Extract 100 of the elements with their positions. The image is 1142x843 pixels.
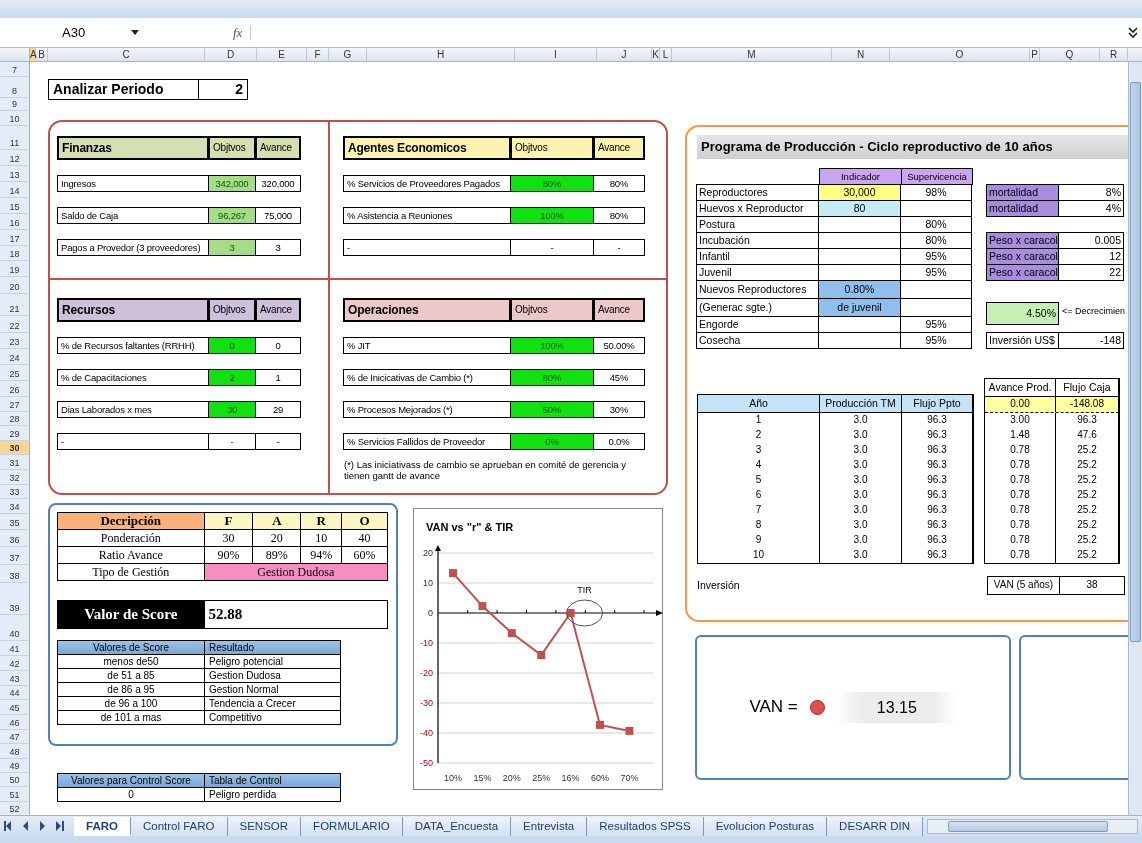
table-cell: 96.3 — [901, 428, 973, 443]
row-header[interactable]: 40 — [0, 615, 29, 641]
sheet-tab[interactable]: SENSOR — [227, 816, 302, 836]
sheet-tab[interactable]: Control FARO — [130, 816, 228, 836]
row-header[interactable]: 49 — [0, 759, 29, 773]
sheet-tab[interactable]: FARO — [74, 816, 131, 836]
column-header[interactable]: R — [1100, 48, 1128, 61]
row-header[interactable]: 24 — [0, 349, 29, 365]
row-header[interactable]: 44 — [0, 686, 29, 700]
row-header[interactable]: 31 — [0, 455, 29, 470]
row-header[interactable]: 28 — [0, 412, 29, 426]
sheet-tab[interactable]: Resultados SPSS — [587, 816, 704, 836]
column-header[interactable]: M — [672, 48, 832, 61]
column-header[interactable]: C — [48, 48, 205, 61]
row-header[interactable]: 48 — [0, 744, 29, 759]
axis-label: 20% — [502, 773, 521, 783]
table-cell: 0.78 — [984, 488, 1056, 503]
row-header[interactable]: 7 — [0, 62, 29, 77]
data-point — [478, 602, 487, 611]
row-header[interactable]: 26 — [0, 381, 29, 397]
column-header[interactable]: H — [367, 48, 515, 61]
column-header[interactable]: K — [652, 48, 660, 61]
column-header[interactable]: D — [205, 48, 257, 61]
column-header[interactable]: L — [660, 48, 672, 61]
table-cell: 4% — [1058, 200, 1124, 217]
row-header[interactable]: 33 — [0, 485, 29, 499]
vertical-scrollbar[interactable] — [1128, 62, 1142, 815]
column-header: Año — [697, 395, 820, 412]
table-cell: 75,000 — [255, 207, 301, 224]
table-cell: 29 — [255, 401, 301, 418]
row-header[interactable]: 11 — [0, 126, 29, 150]
column-header[interactable]: Q — [1040, 48, 1100, 61]
row-header[interactable]: 25 — [0, 365, 29, 381]
column-header: Objtvos — [208, 136, 256, 160]
row-header[interactable]: 41 — [0, 641, 29, 656]
row-header[interactable]: 47 — [0, 730, 29, 744]
name-box[interactable]: A30 — [30, 22, 145, 43]
row-header[interactable]: 9 — [0, 98, 29, 111]
sheet-tab[interactable]: DATA_Encuesta — [402, 816, 512, 836]
sheet-tab[interactable]: DESARR DIN — [827, 816, 924, 836]
table-cell: 80% — [593, 175, 645, 192]
row-header[interactable]: 14 — [0, 182, 29, 198]
row-header[interactable]: 23 — [0, 333, 29, 349]
sheet-tab[interactable]: FORMULARIO — [301, 816, 403, 836]
expand-icon[interactable] — [1128, 26, 1138, 39]
row-header[interactable]: 20 — [0, 277, 29, 294]
row-header[interactable]: 19 — [0, 261, 29, 277]
column-header[interactable]: B — [36, 48, 48, 61]
column-header[interactable]: P — [1030, 48, 1040, 61]
row-header[interactable]: 12 — [0, 150, 29, 166]
row-header[interactable]: 18 — [0, 246, 29, 261]
first-sheet-icon[interactable] — [3, 820, 14, 832]
last-sheet-icon[interactable] — [54, 820, 65, 832]
column-header[interactable]: F — [307, 48, 329, 61]
column-header[interactable]: I — [515, 48, 597, 61]
row-header[interactable]: 45 — [0, 700, 29, 715]
table-cell: 3 — [697, 443, 820, 458]
row-header[interactable]: 37 — [0, 547, 29, 565]
column-header[interactable]: N — [832, 48, 890, 61]
sheet-tab[interactable]: Entrevista — [511, 816, 588, 836]
row-header[interactable]: 21 — [0, 294, 29, 316]
column-header[interactable]: J — [597, 48, 652, 61]
table-cell: 0.78 — [984, 458, 1056, 473]
row-header[interactable]: 13 — [0, 166, 29, 182]
column-header[interactable]: G — [329, 48, 367, 61]
row-header[interactable]: 39 — [0, 583, 29, 615]
table-cell: 96.3 — [901, 443, 973, 458]
row-header[interactable]: 42 — [0, 656, 29, 671]
sheet-tab[interactable]: Evolucion Posturas — [703, 816, 828, 836]
row-header[interactable]: 46 — [0, 715, 29, 730]
row-header[interactable]: 15 — [0, 198, 29, 214]
table-cell: % Servicios Fallidos de Proveedor — [343, 433, 511, 450]
column-header[interactable]: E — [257, 48, 307, 61]
column-header[interactable]: O — [890, 48, 1030, 61]
row-header[interactable]: 50 — [0, 773, 29, 787]
row-header[interactable]: 27 — [0, 397, 29, 412]
row-header[interactable]: 22 — [0, 316, 29, 333]
row-header[interactable]: 34 — [0, 499, 29, 514]
table-cell: 50% — [510, 401, 594, 418]
row-header[interactable]: 32 — [0, 470, 29, 485]
table-cell: 100% — [510, 207, 594, 224]
table-cell: 0 — [255, 337, 301, 354]
row-header[interactable]: 8 — [0, 77, 29, 98]
axis-label: 10% — [444, 773, 462, 783]
row-header[interactable]: 10 — [0, 111, 29, 126]
row-header[interactable]: 16 — [0, 214, 29, 230]
next-sheet-icon[interactable] — [37, 820, 48, 832]
table-cell: VAN (5 años) — [988, 577, 1060, 594]
row-header[interactable]: 51 — [0, 787, 29, 802]
table-cell: % de Capacitaciones — [57, 369, 209, 386]
horizontal-scrollbar[interactable] — [927, 818, 1138, 834]
row-header[interactable]: 36 — [0, 530, 29, 547]
row-header[interactable]: 17 — [0, 230, 29, 246]
column-header[interactable]: A — [30, 48, 36, 61]
row-header[interactable]: 38 — [0, 565, 29, 583]
table-cell-text: Inversión — [697, 579, 741, 592]
data-point — [566, 609, 575, 617]
row-header[interactable]: 43 — [0, 671, 29, 686]
row-header[interactable]: 35 — [0, 514, 29, 530]
row-header[interactable]: 30 — [0, 441, 29, 455]
